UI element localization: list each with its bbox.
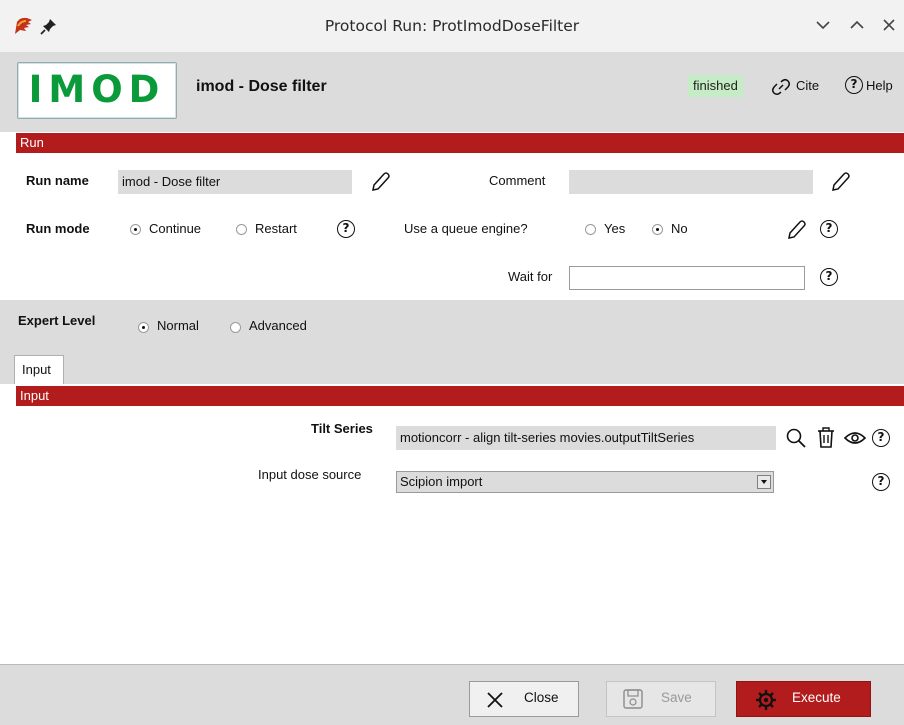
dose-source-label: Input dose source [258, 467, 362, 482]
wait-for-input[interactable] [569, 266, 805, 290]
close-icon[interactable] [878, 14, 900, 36]
maximize-icon[interactable] [846, 14, 868, 36]
close-button-label[interactable]: Close [524, 690, 559, 705]
comment-label: Comment [489, 173, 546, 188]
queue-no-label[interactable]: No [671, 221, 688, 236]
queue-engine-label: Use a queue engine? [404, 221, 528, 236]
input-section-header: Input [16, 386, 904, 406]
protocol-title: imod - Dose filter [196, 78, 327, 95]
expert-level-bar [0, 300, 904, 354]
expert-normal-label[interactable]: Normal [157, 318, 199, 333]
window-title: Protocol Run: ProtImodDoseFilter [324, 17, 580, 35]
queue-help-icon[interactable]: ? [820, 220, 838, 238]
run-name-field[interactable]: imod - Dose filter [118, 170, 352, 194]
search-icon[interactable] [785, 427, 807, 449]
queue-yes-label[interactable]: Yes [604, 221, 625, 236]
execute-button-label[interactable]: Execute [792, 690, 841, 705]
edit-queue-icon[interactable] [785, 218, 807, 242]
expert-advanced-radio[interactable] [230, 322, 241, 333]
wait-for-help-icon[interactable]: ? [820, 268, 838, 286]
run-mode-help-icon[interactable]: ? [337, 220, 355, 238]
link-icon[interactable] [770, 76, 792, 96]
gear-icon[interactable] [755, 689, 777, 711]
run-name-label: Run name [26, 173, 89, 188]
edit-run-name-icon[interactable] [369, 170, 391, 194]
trash-icon[interactable] [815, 426, 837, 450]
help-button[interactable]: Help [866, 78, 893, 93]
tab-input-label[interactable]: Input [22, 362, 51, 377]
status-badge: finished [688, 75, 743, 97]
run-mode-continue-radio[interactable] [130, 224, 141, 235]
queue-yes-radio[interactable] [585, 224, 596, 235]
eye-icon[interactable] [843, 428, 867, 448]
save-button-label[interactable]: Save [661, 690, 692, 705]
close-x-icon[interactable] [486, 691, 504, 709]
expert-advanced-label[interactable]: Advanced [249, 318, 307, 333]
tilt-series-help-icon[interactable]: ? [872, 429, 890, 447]
help-icon[interactable]: ? [845, 76, 863, 94]
run-mode-restart-radio[interactable] [236, 224, 247, 235]
run-mode-continue-label[interactable]: Continue [149, 221, 201, 236]
edit-comment-icon[interactable] [829, 170, 851, 194]
minimize-icon[interactable] [812, 14, 834, 36]
expert-level-label: Expert Level [18, 313, 96, 328]
dose-source-help-icon[interactable]: ? [872, 473, 890, 491]
expert-normal-radio[interactable] [138, 322, 149, 333]
dose-source-select[interactable]: Scipion import [396, 471, 774, 493]
run-section-header: Run [16, 133, 904, 153]
dropdown-arrow-icon[interactable] [757, 475, 771, 489]
run-mode-label: Run mode [26, 221, 90, 236]
tilt-series-label: Tilt Series [311, 421, 373, 436]
tilt-series-field[interactable]: motioncorr - align tilt-series movies.ou… [396, 426, 776, 450]
queue-no-radio[interactable] [652, 224, 663, 235]
save-icon [622, 688, 644, 710]
run-mode-restart-label[interactable]: Restart [255, 221, 297, 236]
tab-strip [0, 354, 904, 384]
cite-button[interactable]: Cite [796, 78, 819, 93]
imod-logo: IMOD [28, 68, 166, 111]
comment-field[interactable] [569, 170, 813, 194]
wait-for-label: Wait for [508, 269, 553, 284]
